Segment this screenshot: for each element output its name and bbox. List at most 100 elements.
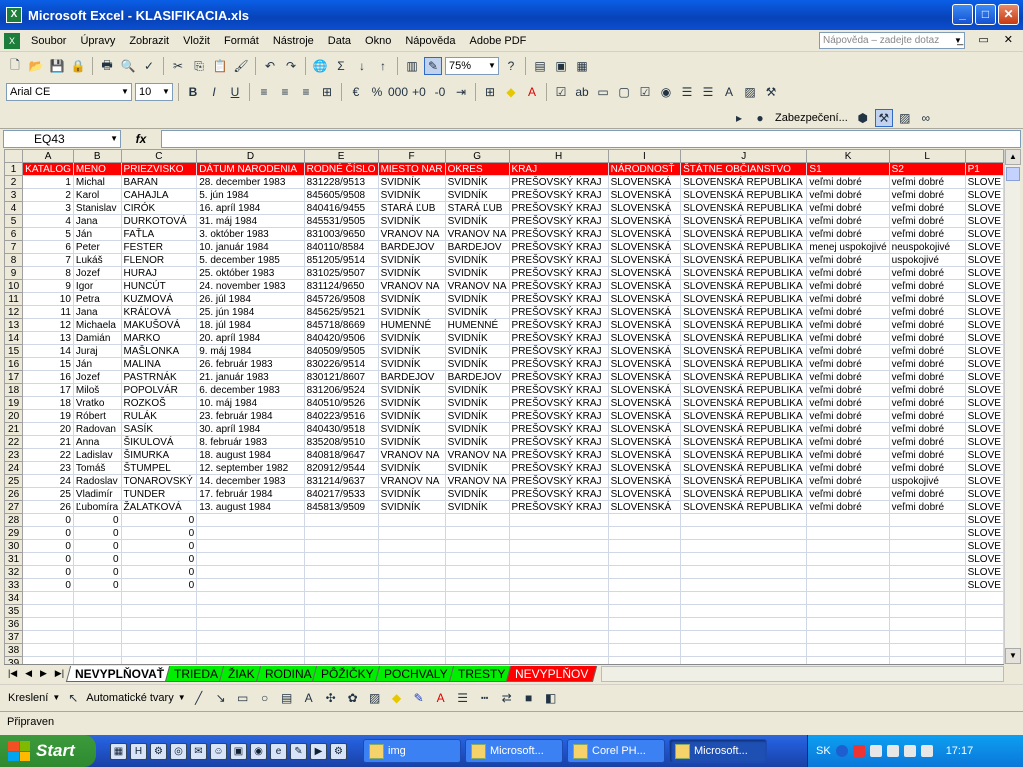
cell[interactable]: PREŠOVSKÝ KRAJ xyxy=(508,175,609,189)
cell[interactable]: 17. február 1984 xyxy=(196,487,305,501)
cell[interactable]: SVIDNÍK xyxy=(444,422,510,436)
cell[interactable]: VRANOV NA xyxy=(377,474,446,488)
cell[interactable]: 8. február 1983 xyxy=(196,435,305,449)
cell[interactable] xyxy=(444,552,510,566)
cell[interactable]: SLOVENSKÁ REPUBLIKA xyxy=(680,201,808,215)
cell[interactable]: 14. december 1983 xyxy=(196,474,305,488)
sheet-tab[interactable]: TRESTY xyxy=(448,665,515,682)
cell[interactable]: uspokojivé xyxy=(888,474,966,488)
cell[interactable]: 840217/9533 xyxy=(303,487,379,501)
menu-data[interactable]: Data xyxy=(321,35,358,47)
cell[interactable]: RODNÉ ČÍSLO xyxy=(303,162,379,176)
cell[interactable] xyxy=(508,539,609,553)
cell[interactable]: SLOVENSKÁ REPUBLIKA xyxy=(680,266,808,280)
cell[interactable]: 3. október 1983 xyxy=(196,227,305,241)
cell[interactable] xyxy=(377,526,446,540)
cell[interactable]: SVIDNÍK xyxy=(377,500,446,514)
cell[interactable] xyxy=(444,513,510,527)
cell[interactable]: DÁTUM NARODENIA xyxy=(196,162,305,176)
cell[interactable]: BARAN xyxy=(120,175,198,189)
cell[interactable]: 831025/9507 xyxy=(303,266,379,280)
cell[interactable]: Jana xyxy=(72,305,122,319)
app-grid-icon[interactable]: ▦ xyxy=(110,742,127,760)
row-header[interactable]: 7 xyxy=(4,240,24,254)
zoom-select[interactable]: 75% ▼ xyxy=(445,57,499,75)
cell[interactable]: veľmi dobré xyxy=(806,201,890,215)
shadow-icon[interactable]: ■ xyxy=(520,689,538,707)
cell[interactable]: 0 xyxy=(72,526,122,540)
cell[interactable]: SLOVE xyxy=(964,461,1004,475)
cell[interactable]: SLOVENSKÁ xyxy=(607,487,682,501)
cell[interactable]: veľmi dobré xyxy=(806,370,890,384)
cut-icon[interactable]: ✂ xyxy=(169,57,187,75)
cell[interactable]: 0 xyxy=(120,539,198,553)
currency-icon[interactable]: € xyxy=(347,83,365,101)
cell[interactable]: 25. jún 1984 xyxy=(196,305,305,319)
cell[interactable] xyxy=(303,578,379,592)
cell[interactable]: 18 xyxy=(22,396,74,410)
cell[interactable] xyxy=(508,565,609,579)
cell[interactable]: 10 xyxy=(22,292,74,306)
cell[interactable] xyxy=(444,617,510,631)
cell[interactable]: 840223/9516 xyxy=(303,409,379,423)
cell[interactable]: 24. november 1983 xyxy=(196,279,305,293)
cell[interactable] xyxy=(680,539,808,553)
cell[interactable] xyxy=(303,539,379,553)
row-header[interactable]: 20 xyxy=(4,409,24,423)
cell[interactable] xyxy=(607,630,682,644)
cell[interactable]: 830121/8607 xyxy=(303,370,379,384)
cell[interactable] xyxy=(680,656,808,664)
menu-okno[interactable]: Okno xyxy=(358,35,398,47)
cell[interactable]: 840420/9506 xyxy=(303,331,379,345)
cell[interactable]: SLOVENSKÁ REPUBLIKA xyxy=(680,357,808,371)
row-header[interactable]: 15 xyxy=(4,344,24,358)
cell[interactable]: ŠIKULOVÁ xyxy=(120,435,198,449)
cell[interactable]: 31. máj 1984 xyxy=(196,214,305,228)
cell[interactable] xyxy=(806,526,890,540)
cell[interactable] xyxy=(72,617,122,631)
row-header[interactable]: 29 xyxy=(4,526,24,540)
cell[interactable]: Ján xyxy=(72,357,122,371)
cell[interactable] xyxy=(964,617,1004,631)
cell[interactable]: veľmi dobré xyxy=(888,188,966,202)
borders-icon[interactable]: ⊞ xyxy=(481,83,499,101)
cell[interactable]: 30. apríl 1984 xyxy=(196,422,305,436)
cell[interactable] xyxy=(377,591,446,605)
cell[interactable]: PREŠOVSKÝ KRAJ xyxy=(508,409,609,423)
column-header[interactable]: D xyxy=(196,149,305,163)
security-button[interactable]: Zabezpečení... xyxy=(772,112,851,124)
cell[interactable] xyxy=(22,656,74,664)
cell[interactable] xyxy=(964,643,1004,657)
name-box[interactable]: EQ43 ▼ xyxy=(3,129,121,148)
row-header[interactable]: 13 xyxy=(4,318,24,332)
cell[interactable]: veľmi dobré xyxy=(888,266,966,280)
cell[interactable] xyxy=(196,656,305,664)
cell[interactable]: 0 xyxy=(22,539,74,553)
font-color-draw-icon[interactable]: A xyxy=(432,689,450,707)
cell[interactable]: 14 xyxy=(22,344,74,358)
cell[interactable]: ŠIMURKA xyxy=(120,448,198,462)
cell[interactable]: SVIDNÍK xyxy=(444,305,510,319)
cell[interactable]: PREŠOVSKÝ KRAJ xyxy=(508,318,609,332)
cell[interactable]: SLOVE xyxy=(964,292,1004,306)
cell[interactable]: 8 xyxy=(22,266,74,280)
cell[interactable]: veľmi dobré xyxy=(806,318,890,332)
cell[interactable] xyxy=(607,526,682,540)
cell[interactable]: PASTRNÁK xyxy=(120,370,198,384)
fill-color-icon[interactable]: ◆ xyxy=(502,83,520,101)
task-button[interactable]: Microsoft... xyxy=(669,739,767,763)
cell[interactable]: S1 xyxy=(806,162,890,176)
cell[interactable]: 13 xyxy=(22,331,74,345)
line-icon[interactable]: ╱ xyxy=(190,689,208,707)
first-sheet-icon[interactable]: |◀ xyxy=(8,668,17,679)
last-sheet-icon[interactable]: ▶| xyxy=(55,668,64,679)
cell[interactable]: 0 xyxy=(72,565,122,579)
cell[interactable]: BARDEJOV xyxy=(377,370,446,384)
cell[interactable] xyxy=(680,565,808,579)
scroll-up-icon[interactable]: ▲ xyxy=(1005,149,1021,165)
cell[interactable] xyxy=(806,565,890,579)
cell[interactable]: PREŠOVSKÝ KRAJ xyxy=(508,227,609,241)
column-header[interactable]: K xyxy=(806,149,890,163)
cell[interactable] xyxy=(806,643,890,657)
cell[interactable]: veľmi dobré xyxy=(888,318,966,332)
